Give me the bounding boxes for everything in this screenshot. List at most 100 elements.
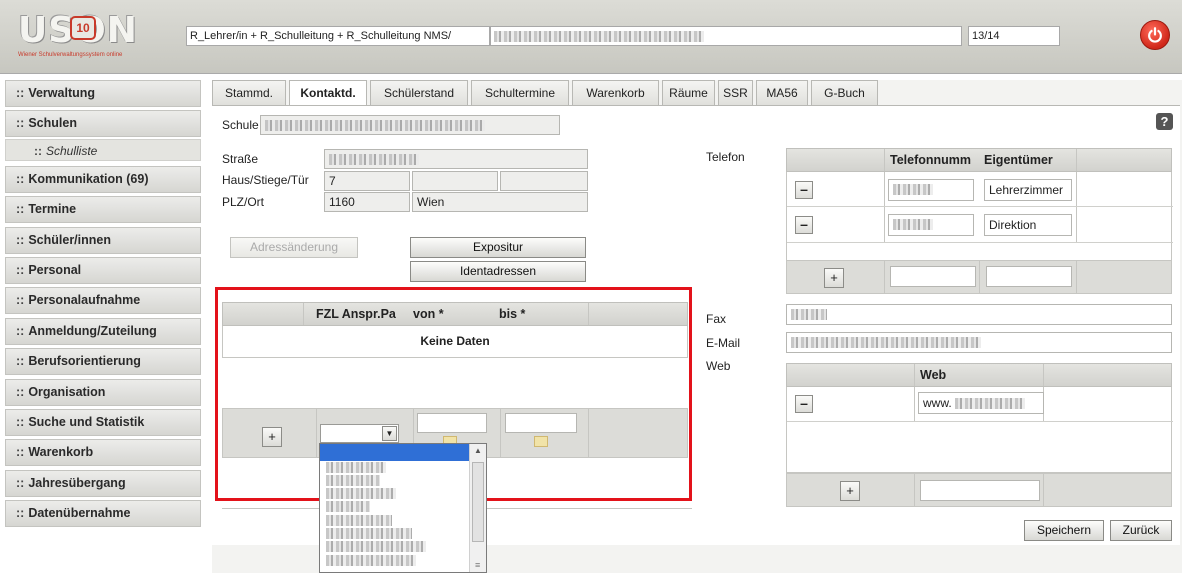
tab-stammdaten[interactable]: Stammd. <box>212 80 286 105</box>
add-phone-button[interactable]: + <box>824 268 844 288</box>
role-selector[interactable]: R_Lehrer/in + R_Schulleitung + R_Schulle… <box>186 26 490 46</box>
web-url-field[interactable]: www. <box>918 392 1044 414</box>
sidebar-item-label: Datenübernahme <box>28 506 131 521</box>
sidebar-item-personalaufnahme[interactable]: :: Personalaufnahme <box>5 287 201 315</box>
redacted-text <box>326 554 416 566</box>
redacted-text <box>329 154 419 166</box>
redacted-text <box>265 120 485 132</box>
web-url-prefix: www. <box>923 396 952 410</box>
new-web-url-field[interactable] <box>920 480 1040 501</box>
redacted-text <box>326 474 380 486</box>
sidebar-item-schulen[interactable]: :: Schulen <box>5 110 201 138</box>
schule-field <box>260 115 560 135</box>
app-header: USON 10 Wiener Schulverwaltungssystem on… <box>0 0 1182 74</box>
fzl-dropdown-list[interactable]: ▲ ≡ <box>319 443 487 573</box>
back-button[interactable]: Zurück <box>1110 520 1172 541</box>
adressaenderung-button[interactable]: Adressänderung <box>230 237 358 258</box>
tab-schultermine[interactable]: Schultermine <box>471 80 569 105</box>
tab-bar: Stammd. Kontaktd. Schülerstand Schulterm… <box>212 80 881 106</box>
tab-ma56[interactable]: MA56 <box>756 80 808 105</box>
tab-ssr[interactable]: SSR <box>718 80 753 105</box>
add-web-button[interactable]: + <box>840 481 860 501</box>
sidebar-item-jahresuebergang[interactable]: :: Jahresübergang <box>5 469 201 497</box>
sidebar-item-label: Suche und Statistik <box>28 414 145 429</box>
bullet-icon: :: <box>16 116 25 131</box>
tab-schuelerstand[interactable]: Schülerstand <box>370 80 468 105</box>
sidebar-item-datenuebernahme[interactable]: :: Datenübernahme <box>5 500 201 528</box>
redacted-text <box>326 461 386 473</box>
scroll-up-icon[interactable]: ▲ <box>474 446 482 455</box>
dropdown-option[interactable] <box>320 474 486 487</box>
sidebar-item-organisation[interactable]: :: Organisation <box>5 378 201 406</box>
save-button[interactable]: Speichern <box>1024 520 1104 541</box>
column-header-telefon: Telefonnumm <box>890 153 972 167</box>
sidebar-item-suche[interactable]: :: Suche und Statistik <box>5 408 201 436</box>
sidebar-item-verwaltung[interactable]: :: Verwaltung <box>5 80 201 107</box>
school-year-field[interactable]: 13/14 <box>968 26 1060 46</box>
remove-phone-button[interactable]: – <box>795 181 813 199</box>
redacted-text <box>326 514 392 526</box>
web-table-header: Web <box>786 363 1172 387</box>
phone-number-field[interactable] <box>888 179 974 201</box>
sidebar-item-schueler[interactable]: :: Schüler/innen <box>5 226 201 254</box>
dropdown-option[interactable] <box>320 541 486 554</box>
fax-field[interactable] <box>786 304 1172 325</box>
bullet-icon: :: <box>16 384 25 399</box>
sidebar-item-warenkorb[interactable]: :: Warenkorb <box>5 439 201 467</box>
schule-label: Schule <box>222 118 259 132</box>
sidebar-item-termine[interactable]: :: Termine <box>5 196 201 224</box>
email-field[interactable] <box>786 332 1172 353</box>
plz-field: 1160 <box>324 192 410 212</box>
phone-table-header: Telefonnumm Eigentümer <box>786 148 1172 172</box>
sidebar-item-label: Berufsorientierung <box>28 354 141 369</box>
sidebar: :: Verwaltung :: Schulen :: Schulliste :: Ko… <box>5 80 201 570</box>
identadressen-button[interactable]: Identadressen <box>410 261 586 282</box>
tab-raeume[interactable]: Räume <box>662 80 715 105</box>
bullet-icon: :: <box>16 232 25 247</box>
dropdown-option-selected[interactable] <box>320 444 486 461</box>
sidebar-item-kommunikation[interactable]: :: Kommunikation (69) <box>5 165 201 193</box>
help-icon[interactable]: ? <box>1156 113 1173 130</box>
sidebar-item-label: Kommunikation (69) <box>28 171 149 186</box>
power-icon <box>1148 27 1162 43</box>
sidebar-item-label: Anmeldung/Zuteilung <box>28 323 157 338</box>
sidebar-subitem-schulliste[interactable]: :: Schulliste <box>5 138 201 161</box>
sidebar-item-label: Schulliste <box>46 143 98 158</box>
phone-owner-field[interactable]: Direktion <box>984 214 1072 236</box>
new-phone-owner-field[interactable] <box>986 266 1072 287</box>
ort-field: Wien <box>412 192 588 212</box>
sidebar-item-berufsorientierung[interactable]: :: Berufsorientierung <box>5 348 201 376</box>
remove-phone-button[interactable]: – <box>795 216 813 234</box>
remove-web-button[interactable]: – <box>795 395 813 413</box>
dropdown-option[interactable] <box>320 554 486 567</box>
logout-button[interactable] <box>1140 20 1170 50</box>
scrollbar-thumb[interactable] <box>472 462 484 542</box>
tab-warenkorb[interactable]: Warenkorb <box>572 80 659 105</box>
expositur-button[interactable]: Expositur <box>410 237 586 258</box>
dropdown-option[interactable] <box>320 527 486 540</box>
app-logo: USON 10 Wiener Schulverwaltungssystem on… <box>18 10 158 60</box>
tab-gbuch[interactable]: G-Buch <box>811 80 878 105</box>
new-phone-number-field[interactable] <box>890 266 976 287</box>
school-selector[interactable] <box>490 26 962 46</box>
phone-number-field[interactable] <box>888 214 974 236</box>
sidebar-item-anmeldung[interactable]: :: Anmeldung/Zuteilung <box>5 317 201 345</box>
dropdown-option[interactable] <box>320 501 486 514</box>
sidebar-item-personal[interactable]: :: Personal <box>5 256 201 284</box>
strasse-field <box>324 149 588 169</box>
tab-kontaktdaten[interactable]: Kontaktd. <box>289 80 367 106</box>
redacted-text <box>791 337 981 349</box>
bullet-icon: :: <box>16 475 25 490</box>
dropdown-scrollbar[interactable]: ▲ ≡ <box>469 444 486 572</box>
redacted-text <box>791 309 827 321</box>
dropdown-option[interactable] <box>320 514 486 527</box>
bullet-icon: :: <box>16 445 25 460</box>
divider <box>787 421 1173 422</box>
redacted-text <box>326 501 370 513</box>
dropdown-option[interactable] <box>320 488 486 501</box>
dropdown-option[interactable] <box>320 461 486 474</box>
logo-number: 10 <box>70 16 96 40</box>
phone-owner-field[interactable]: Lehrerzimmer <box>984 179 1072 201</box>
bullet-icon: :: <box>16 323 25 338</box>
bullet-icon: :: <box>16 414 25 429</box>
